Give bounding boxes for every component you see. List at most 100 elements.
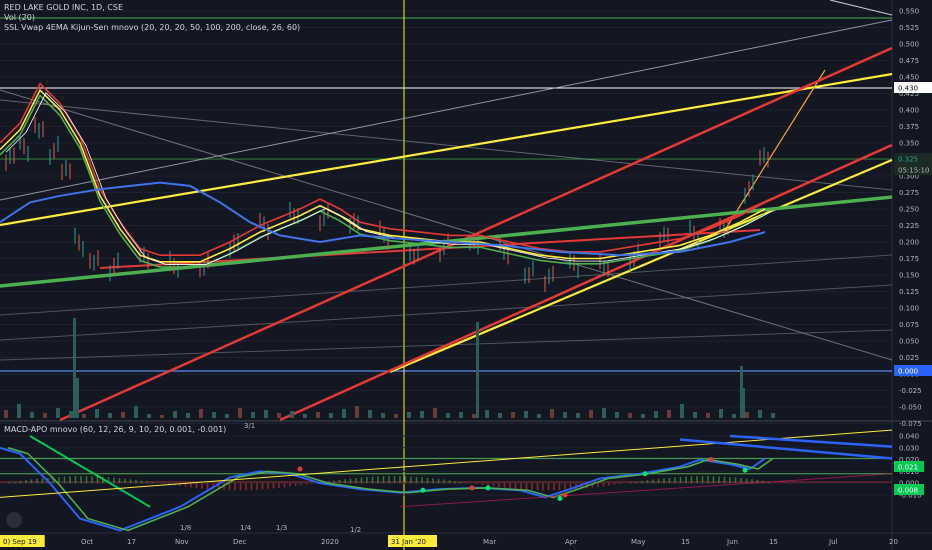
volume-bar — [277, 413, 281, 418]
volume-bar — [745, 412, 749, 418]
time-tick-label: 15 — [681, 538, 690, 546]
time-tick-label: 15 — [769, 538, 778, 546]
time-tick-label: Oct — [81, 538, 93, 546]
price-tick-label: 0.275 — [899, 189, 919, 197]
time-tick-label: May — [631, 538, 645, 546]
ssl-indicator-label[interactable]: SSL Vwap 4EMA Kijun-Sen mnovo (20, 20, 2… — [4, 23, 300, 33]
volume-bar — [355, 406, 359, 418]
macd-cross-marker — [642, 471, 648, 477]
time-tick-label: Jun — [726, 538, 738, 546]
macd-cross-marker — [742, 467, 748, 473]
macd-marker-label: 0.008 — [898, 487, 918, 495]
price-tick-label: 0.125 — [899, 288, 919, 296]
price-tick-label: 0.050 — [899, 338, 919, 346]
volume-bar — [76, 378, 79, 418]
volume-bar — [290, 411, 294, 418]
volume-bar — [30, 412, 34, 418]
volume-bar — [82, 414, 86, 418]
volume-bar — [771, 413, 775, 418]
volume-bar — [459, 412, 463, 418]
macd-cross-marker — [557, 496, 563, 502]
price-tick-label: 0.525 — [899, 24, 919, 32]
volume-bar — [615, 412, 619, 418]
price-tick-label: 0.400 — [899, 107, 919, 115]
price-marker-label: 0.000 — [898, 368, 918, 376]
price-tick-label: 0.150 — [899, 272, 919, 280]
volume-bar — [758, 410, 762, 418]
macd-cross-marker — [420, 487, 426, 493]
time-tick-label: Apr — [565, 538, 577, 546]
volume-bar — [472, 414, 476, 418]
price-tick-label: 0.200 — [899, 239, 919, 247]
volume-bar — [381, 413, 385, 418]
time-tick-label: 20 — [889, 538, 898, 546]
volume-bar — [602, 408, 606, 418]
price-tick-label: 0.175 — [899, 255, 919, 263]
volume-bar — [667, 410, 671, 418]
volume-bar — [641, 414, 645, 418]
volume-bar — [719, 409, 723, 418]
volume-bar — [342, 409, 346, 418]
macd-cross-marker — [485, 485, 491, 491]
time-tick-label: Mar — [483, 538, 496, 546]
volume-bar — [43, 413, 47, 418]
tradingview-logo-icon — [6, 512, 22, 528]
volume-bar — [316, 412, 320, 418]
volume-bar — [17, 404, 21, 418]
fib-fan-label: 1/3 — [276, 524, 287, 532]
volume-bar — [476, 322, 479, 418]
price-tick-label: 0.075 — [899, 321, 919, 329]
price-tick-label: 0.375 — [899, 123, 919, 131]
time-tick-label: Jul — [828, 538, 838, 546]
time-tick-label: Nov — [175, 538, 189, 546]
price-tick-label: 0.100 — [899, 305, 919, 313]
price-tick-label: -0.075 — [899, 420, 922, 428]
macd-tick-label: 0.040 — [899, 433, 919, 441]
volume-bar — [134, 406, 138, 418]
volume-bar — [160, 415, 164, 418]
volume-bar — [121, 412, 125, 418]
volume-bar — [4, 410, 8, 418]
macd-indicator-label[interactable]: MACD-APO mnovo (60, 12, 26, 9, 10, 20, 0… — [4, 425, 226, 435]
fib-fan-label: 1/4 — [240, 524, 252, 532]
volume-bar — [537, 414, 541, 418]
volume-bar — [303, 414, 307, 418]
volume-bar — [368, 410, 372, 418]
volume-bar — [251, 412, 255, 418]
volume-bar — [95, 409, 99, 418]
volume-bar — [173, 411, 177, 418]
volume-bar — [69, 411, 73, 418]
macd-cross-marker — [708, 457, 714, 463]
volume-bar — [212, 412, 216, 418]
volume-bar — [563, 412, 567, 418]
volume-bar — [225, 414, 229, 418]
time-tick-label: 0) Sep 19 — [3, 538, 37, 546]
volume-bar — [147, 414, 151, 418]
volume-indicator-label[interactable]: Vol (20) — [4, 13, 35, 23]
volume-bar — [264, 410, 268, 418]
time-tick-label: 17 — [127, 538, 136, 546]
volume-bar — [511, 412, 515, 418]
price-tick-label: 0.500 — [899, 41, 919, 49]
volume-bar — [576, 413, 580, 418]
macd-cross-marker — [562, 492, 568, 498]
fib-fan-label: 1/8 — [180, 524, 191, 532]
price-marker-label: 0.430 — [898, 85, 918, 93]
price-chart[interactable]: 1/8 1/4 1/3 1/2 3/1 0.550 0.525 0.500 0.475 0.45… — [0, 0, 932, 550]
price-tick-label: -0.025 — [899, 387, 922, 395]
volume-bar — [407, 412, 411, 418]
volume-bar — [550, 409, 554, 418]
volume-bar — [524, 411, 528, 418]
volume-bar — [329, 413, 333, 418]
volume-bar — [56, 408, 60, 418]
fib-fan-label: 1/2 — [350, 526, 361, 534]
volume-bar — [199, 409, 203, 418]
price-marker-label: 05:15:10 — [898, 167, 929, 175]
price-tick-label: 0.450 — [899, 74, 919, 82]
volume-bar — [73, 318, 76, 418]
fib-fan-label: 3/1 — [244, 422, 255, 430]
price-tick-label: 0.025 — [899, 354, 919, 362]
volume-bar — [680, 404, 684, 418]
time-tick-label: Dec — [233, 538, 247, 546]
price-marker-label: 0.325 — [898, 156, 918, 164]
